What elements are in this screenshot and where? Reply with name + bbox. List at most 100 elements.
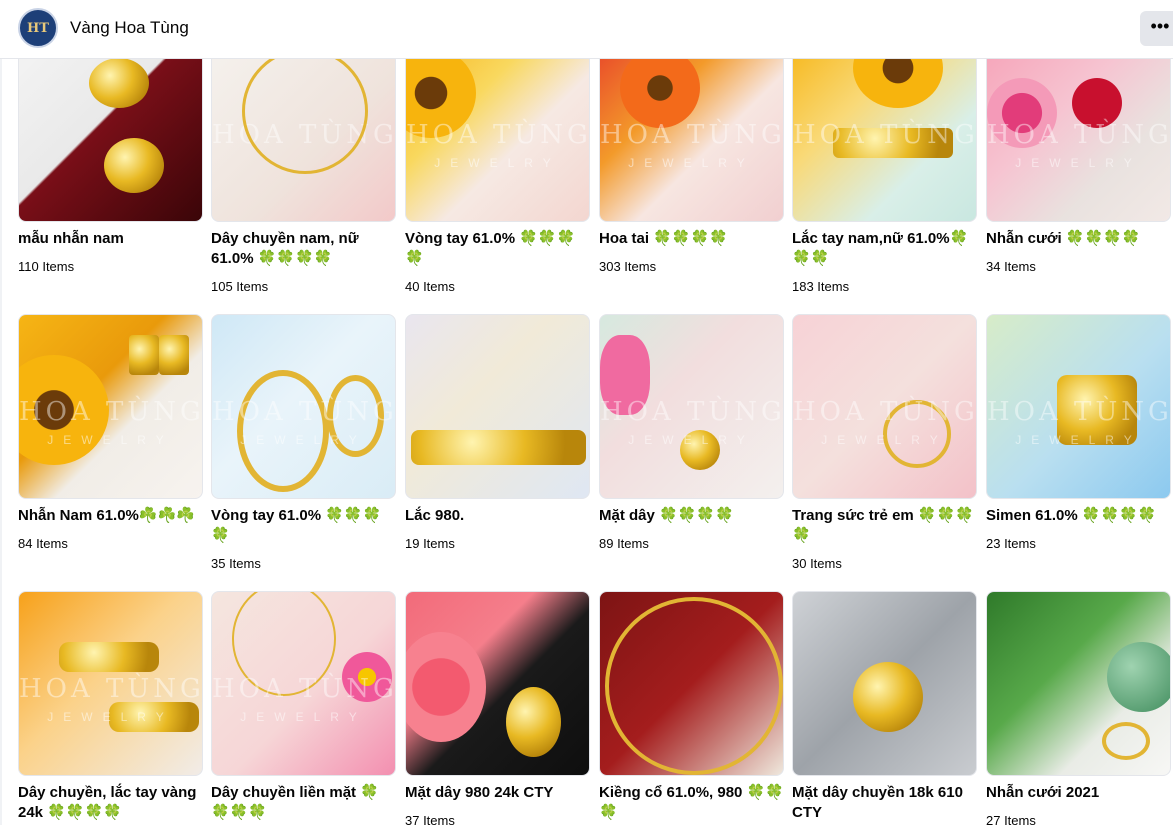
album-thumbnail[interactable]: HOA TÙNG JEWELRY: [405, 37, 590, 222]
ring-image: [129, 335, 159, 375]
album-title[interactable]: Vòng tay 61.0% 🍀🍀🍀🍀: [211, 506, 396, 546]
album-title[interactable]: Hoa tai 🍀🍀🍀🍀: [599, 229, 784, 249]
album-card[interactable]: HOA TÙNG JEWELRY Nhẫn cưới 🍀🍀🍀🍀 34 Items: [986, 37, 1171, 274]
watermark-subtext: JEWELRY: [821, 433, 948, 447]
ring-image: [1102, 722, 1150, 760]
album-thumbnail[interactable]: [18, 37, 203, 222]
album-card[interactable]: HOA TÙNG JEWELRY Hoa tai 🍀🍀🍀🍀 303 Items: [599, 37, 784, 274]
album-title[interactable]: Nhẫn Nam 61.0%☘️☘️☘️: [18, 506, 203, 526]
album-count: 183 Items: [792, 279, 850, 294]
watermark-subtext: JEWELRY: [1015, 433, 1142, 447]
album-thumbnail[interactable]: [405, 591, 590, 776]
page-header: HT Vàng Hoa Tùng •••: [0, 0, 1173, 59]
album-count: 105 Items: [211, 279, 269, 294]
watermark-subtext: JEWELRY: [240, 710, 367, 724]
pendant-image: [853, 662, 923, 732]
album-thumbnail[interactable]: HOA TÙNG JEWELRY: [792, 314, 977, 499]
bracelet-image: [59, 642, 159, 672]
album-card[interactable]: HOA TÙNG JEWELRY Nhẫn Nam 61.0%☘️☘️☘️ 84…: [18, 314, 203, 551]
watermark-text: HOA TÙNG: [600, 397, 784, 427]
watermark-text: HOA TÙNG: [987, 120, 1171, 150]
bracelet-image: [411, 430, 586, 465]
album-count: 37 Items: [405, 813, 455, 828]
rose-image: [406, 632, 486, 742]
album-count: 303 Items: [599, 259, 657, 274]
album-card[interactable]: HOA TÙNG JEWELRY Dây chuyền liền mặt 🍀🍀🍀…: [211, 591, 396, 821]
album-title[interactable]: mẫu nhẫn nam: [18, 229, 203, 249]
watermark-text: HOA TÙNG: [19, 674, 203, 704]
album-card[interactable]: Mặt dây 980 24k CTY 37 Items: [405, 591, 590, 828]
album-count: 84 Items: [18, 536, 68, 551]
album-card[interactable]: HOA TÙNG JEWELRY Trang sức trẻ em 🍀🍀🍀🍀 3…: [792, 314, 977, 571]
ring-image: [159, 335, 189, 375]
watermark-text: HOA TÙNG: [212, 397, 396, 427]
watermark-text: HOA TÙNG: [793, 120, 977, 150]
album-thumbnail[interactable]: HOA TÙNG JEWELRY: [211, 591, 396, 776]
album-title[interactable]: Dây chuyền, lắc tay vàng 24k 🍀🍀🍀🍀: [18, 783, 203, 823]
album-card[interactable]: HOA TÙNG JEWELRY Vòng tay 61.0% 🍀🍀🍀🍀 40 …: [405, 37, 590, 294]
album-count: 23 Items: [986, 536, 1036, 551]
album-title[interactable]: Mặt dây 🍀🍀🍀🍀: [599, 506, 784, 526]
album-thumbnail[interactable]: HOA TÙNG JEWELRY: [599, 314, 784, 499]
album-thumbnail[interactable]: HOA TÙNG JEWELRY: [18, 314, 203, 499]
album-title[interactable]: Mặt dây 980 24k CTY: [405, 783, 590, 803]
watermark-subtext: JEWELRY: [240, 433, 367, 447]
album-card[interactable]: mẫu nhẫn nam 110 Items: [18, 37, 203, 274]
album-count: 35 Items: [211, 556, 261, 571]
album-thumbnail[interactable]: HOA TÙNG: [211, 37, 396, 222]
album-card[interactable]: Mặt dây chuyền 18k 610 CTY: [792, 591, 977, 821]
album-title[interactable]: Trang sức trẻ em 🍀🍀🍀🍀: [792, 506, 977, 546]
album-card[interactable]: HOA TÙNG Lắc tay nam,nữ 61.0%🍀🍀🍀 183 Ite…: [792, 37, 977, 294]
pendant-image: [506, 687, 561, 757]
watermark-subtext: JEWELRY: [434, 156, 561, 170]
album-title[interactable]: Simen 61.0% 🍀🍀🍀🍀: [986, 506, 1171, 526]
album-card[interactable]: HOA TÙNG JEWELRY Mặt dây 🍀🍀🍀🍀 89 Items: [599, 314, 784, 551]
album-thumbnail[interactable]: HOA TÙNG JEWELRY: [599, 37, 784, 222]
album-thumbnail[interactable]: HOA TÙNG JEWELRY: [986, 314, 1171, 499]
album-card[interactable]: Kiềng cổ 61.0%, 980 🍀🍀🍀: [599, 591, 784, 821]
watermark-text: HOA TÙNG: [793, 397, 977, 427]
album-title[interactable]: Kiềng cổ 61.0%, 980 🍀🍀🍀: [599, 783, 784, 823]
watermark-subtext: JEWELRY: [628, 433, 755, 447]
page-avatar[interactable]: HT: [18, 8, 58, 48]
bangle-image: [237, 370, 329, 492]
ring-image: [89, 58, 149, 108]
album-thumbnail[interactable]: HOA TÙNG: [792, 37, 977, 222]
album-title[interactable]: Lắc tay nam,nữ 61.0%🍀🍀🍀: [792, 229, 977, 269]
album-thumbnail[interactable]: [599, 591, 784, 776]
album-title[interactable]: Mặt dây chuyền 18k 610 CTY: [792, 783, 977, 823]
ring-image: [104, 138, 164, 193]
album-thumbnail[interactable]: [986, 591, 1171, 776]
album-count: 89 Items: [599, 536, 649, 551]
watermark-subtext: JEWELRY: [628, 156, 755, 170]
album-thumbnail[interactable]: [405, 314, 590, 499]
page-name[interactable]: Vàng Hoa Tùng: [70, 18, 189, 38]
album-count: 27 Items: [986, 813, 1036, 828]
album-thumbnail[interactable]: [792, 591, 977, 776]
album-card[interactable]: HOA TÙNG JEWELRY Simen 61.0% 🍀🍀🍀🍀 23 Ite…: [986, 314, 1171, 551]
left-edge: [0, 58, 2, 825]
more-options-button[interactable]: •••: [1140, 11, 1173, 46]
watermark-text: HOA TÙNG: [19, 397, 203, 427]
album-count: 34 Items: [986, 259, 1036, 274]
album-card[interactable]: HOA TÙNG Dây chuyền nam, nữ 61.0% 🍀🍀🍀🍀 1…: [211, 37, 396, 294]
album-card[interactable]: HOA TÙNG JEWELRY Dây chuyền, lắc tay vàn…: [18, 591, 203, 821]
album-thumbnail[interactable]: HOA TÙNG JEWELRY: [211, 314, 396, 499]
watermark-text: HOA TÙNG: [212, 674, 396, 704]
album-title[interactable]: Dây chuyền liền mặt 🍀🍀🍀🍀: [211, 783, 396, 823]
watermark-subtext: JEWELRY: [47, 433, 174, 447]
album-thumbnail[interactable]: HOA TÙNG JEWELRY: [986, 37, 1171, 222]
flower-image: [620, 48, 700, 128]
album-title[interactable]: Nhẫn cưới 🍀🍀🍀🍀: [986, 229, 1171, 249]
album-card[interactable]: Lắc 980. 19 Items: [405, 314, 590, 551]
album-card[interactable]: HOA TÙNG JEWELRY Vòng tay 61.0% 🍀🍀🍀🍀 35 …: [211, 314, 396, 571]
album-title[interactable]: Vòng tay 61.0% 🍀🍀🍀🍀: [405, 229, 590, 269]
album-title[interactable]: Lắc 980.: [405, 506, 590, 526]
album-thumbnail[interactable]: HOA TÙNG JEWELRY: [18, 591, 203, 776]
watermark-subtext: JEWELRY: [47, 710, 174, 724]
album-title[interactable]: Nhẫn cưới 2021: [986, 783, 1171, 803]
album-count: 30 Items: [792, 556, 842, 571]
album-count: 40 Items: [405, 279, 455, 294]
album-card[interactable]: Nhẫn cưới 2021 27 Items: [986, 591, 1171, 828]
album-title[interactable]: Dây chuyền nam, nữ 61.0% 🍀🍀🍀🍀: [211, 229, 396, 269]
